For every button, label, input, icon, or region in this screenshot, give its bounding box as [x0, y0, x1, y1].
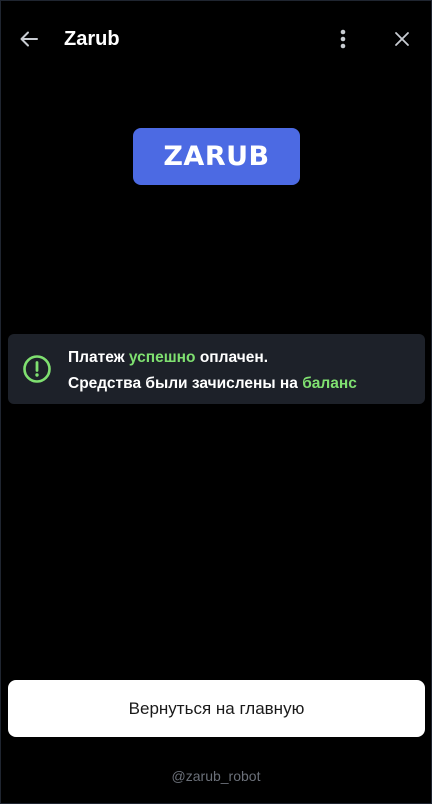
zarub-logo: ZARUB: [133, 128, 300, 185]
back-button[interactable]: [14, 24, 44, 54]
back-to-home-button[interactable]: Вернуться на главную: [8, 680, 425, 737]
alert-line-2-part1: Средства были зачислены на: [68, 375, 303, 392]
alert-line-1-highlight: успешно: [128, 349, 196, 366]
close-icon: [395, 32, 409, 46]
alert-line-1-part2: оплачен.: [195, 349, 269, 366]
page-title: Zarub: [64, 28, 120, 50]
alert-message: Платеж успешно оплачен. Средства были за…: [68, 345, 357, 397]
menu-button[interactable]: [328, 24, 358, 54]
alert-line-2-highlight: баланс: [302, 375, 357, 392]
payment-success-alert: Платеж успешно оплачен. Средства были за…: [8, 334, 425, 404]
exclamation-circle-icon: [23, 355, 51, 383]
close-button[interactable]: [387, 24, 417, 54]
alert-line-2: Средства были зачислены на баланс: [68, 371, 357, 397]
bot-username: @zarub_robot: [171, 768, 261, 784]
alert-line-1-part1: Платеж: [68, 349, 129, 366]
alert-line-1: Платеж успешно оплачен.: [68, 345, 357, 371]
vertical-dots-icon: [340, 29, 346, 49]
header-bar: Zarub: [0, 0, 432, 78]
arrow-left-icon: [20, 31, 38, 47]
